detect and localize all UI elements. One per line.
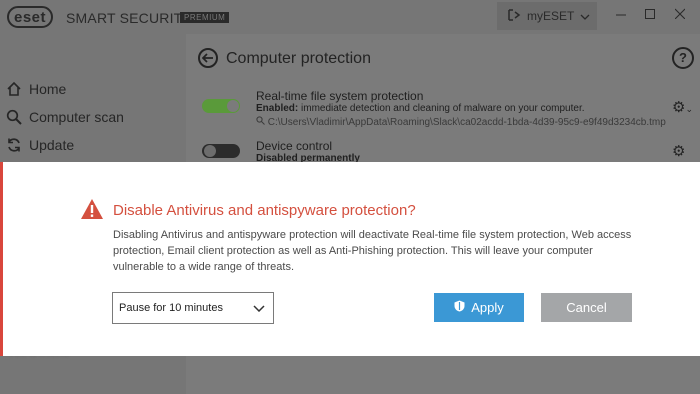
- cancel-label: Cancel: [566, 300, 607, 315]
- sidebar-item-label: Computer scan: [29, 109, 124, 125]
- shield-icon: [454, 300, 465, 315]
- title-bar: eset SMART SECURITY PREMIUM myESET: [0, 0, 700, 34]
- dialog-message: Disabling Antivirus and antispyware prot…: [113, 229, 632, 273]
- module-settings-button[interactable]: ⚙⌄: [672, 98, 693, 116]
- eset-logo: eset: [7, 6, 54, 28]
- device-control-toggle[interactable]: [202, 144, 240, 158]
- maximize-button[interactable]: [645, 6, 655, 22]
- home-icon: [6, 81, 22, 97]
- pause-duration-select[interactable]: Pause for 10 minutes: [112, 292, 274, 324]
- chevron-down-icon: ⌄: [685, 104, 693, 114]
- gear-icon: ⚙: [672, 143, 686, 160]
- realtime-protection-toggle[interactable]: [202, 99, 240, 113]
- cancel-button[interactable]: Cancel: [541, 293, 632, 322]
- toggle-knob: [204, 145, 216, 157]
- apply-button[interactable]: Apply: [434, 293, 524, 322]
- dialog-accent-stripe: [0, 162, 3, 356]
- close-button[interactable]: [674, 6, 686, 22]
- arrow-left-icon: [202, 53, 213, 63]
- minimize-icon: [616, 14, 626, 16]
- account-icon: [507, 8, 521, 24]
- product-name: SMART SECURITY: [66, 10, 192, 26]
- minimize-button[interactable]: [616, 6, 626, 22]
- account-label: myESET: [527, 9, 575, 23]
- chevron-down-icon: [253, 299, 265, 317]
- help-button[interactable]: ?: [672, 47, 694, 69]
- sidebar-item-computer-scan[interactable]: Computer scan: [6, 109, 124, 125]
- module-settings-button[interactable]: ⚙: [672, 142, 685, 160]
- back-button[interactable]: [198, 48, 218, 68]
- chevron-down-icon: [580, 9, 590, 23]
- magnifier-icon: [256, 116, 268, 128]
- close-icon: [674, 8, 686, 20]
- module-title: Real-time file system protection: [256, 89, 424, 103]
- warning-icon: [80, 198, 104, 225]
- pause-duration-value: Pause for 10 minutes: [119, 302, 223, 314]
- toggle-knob: [227, 100, 239, 112]
- sidebar-item-update[interactable]: Update: [6, 137, 74, 153]
- refresh-icon: [6, 137, 22, 153]
- page-title: Computer protection: [226, 50, 371, 67]
- search-icon: [6, 109, 22, 125]
- module-status: Enabled: immediate detection and cleanin…: [256, 103, 585, 114]
- apply-label: Apply: [471, 300, 504, 315]
- myeset-account-button[interactable]: myESET: [497, 2, 597, 30]
- module-path: C:\Users\Vladimir\AppData\Roaming\Slack\…: [256, 116, 666, 128]
- sidebar-item-label: Home: [29, 81, 67, 97]
- sidebar-item-label: Update: [29, 137, 75, 153]
- dialog-title: Disable Antivirus and antispyware protec…: [113, 202, 416, 219]
- gear-icon: ⚙: [672, 99, 686, 116]
- maximize-icon: [645, 9, 655, 19]
- edition-badge: PREMIUM: [180, 12, 230, 23]
- module-title: Device control: [256, 139, 333, 153]
- sidebar-item-home[interactable]: Home: [6, 81, 66, 97]
